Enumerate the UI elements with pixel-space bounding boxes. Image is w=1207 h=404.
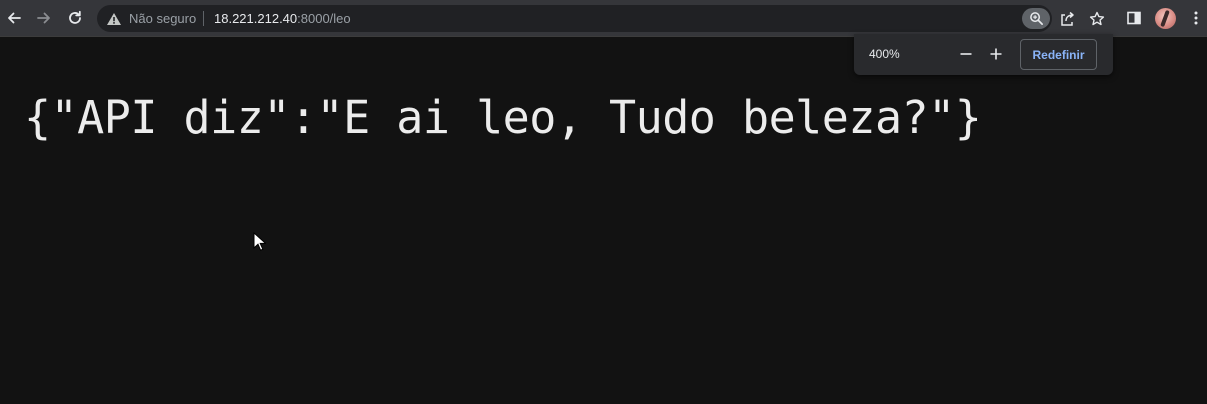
arrow-left-icon bbox=[8, 12, 21, 24]
arrow-right-icon bbox=[37, 12, 50, 24]
zoom-bubble: 400% Redefinir bbox=[854, 34, 1113, 75]
minus-icon bbox=[960, 53, 972, 55]
profile-avatar[interactable] bbox=[1155, 8, 1176, 29]
forward-button[interactable] bbox=[32, 6, 56, 30]
zoom-magnifier-icon bbox=[1029, 12, 1043, 25]
json-response-text: {"API diz":"E ai leo, Tudo beleza?"} bbox=[24, 91, 982, 144]
zoom-indicator-button[interactable] bbox=[1022, 8, 1050, 29]
security-status-text[interactable]: Não seguro bbox=[129, 11, 196, 26]
back-button[interactable] bbox=[2, 6, 26, 30]
reset-zoom-button[interactable]: Redefinir bbox=[1020, 39, 1097, 70]
kebab-menu-icon bbox=[1194, 11, 1198, 25]
warning-triangle-icon[interactable] bbox=[106, 11, 122, 27]
star-icon bbox=[1089, 11, 1105, 26]
reload-button[interactable] bbox=[63, 6, 87, 30]
address-bar[interactable]: Não seguro 18.221.212.40:8000/leo bbox=[97, 5, 1105, 32]
zoom-level-text: 400% bbox=[869, 47, 900, 61]
side-panel-icon bbox=[1127, 11, 1141, 25]
zoom-out-button[interactable] bbox=[955, 43, 977, 65]
reload-icon bbox=[69, 10, 81, 24]
menu-button[interactable] bbox=[1186, 8, 1206, 28]
zoom-in-button[interactable] bbox=[985, 43, 1007, 65]
url-host: 18.221.212.40 bbox=[214, 11, 298, 26]
url-text[interactable]: 18.221.212.40:8000/leo bbox=[214, 11, 351, 26]
mouse-cursor-icon bbox=[253, 232, 266, 251]
address-bar-divider bbox=[203, 11, 204, 26]
plus-icon bbox=[990, 48, 1002, 60]
share-icon bbox=[1061, 11, 1074, 26]
side-panel-button[interactable] bbox=[1124, 8, 1144, 28]
browser-toolbar: Não seguro 18.221.212.40:8000/leo bbox=[0, 0, 1207, 37]
bookmark-button[interactable] bbox=[1088, 10, 1106, 28]
url-path: :8000/leo bbox=[297, 11, 351, 26]
share-button[interactable] bbox=[1058, 10, 1076, 28]
